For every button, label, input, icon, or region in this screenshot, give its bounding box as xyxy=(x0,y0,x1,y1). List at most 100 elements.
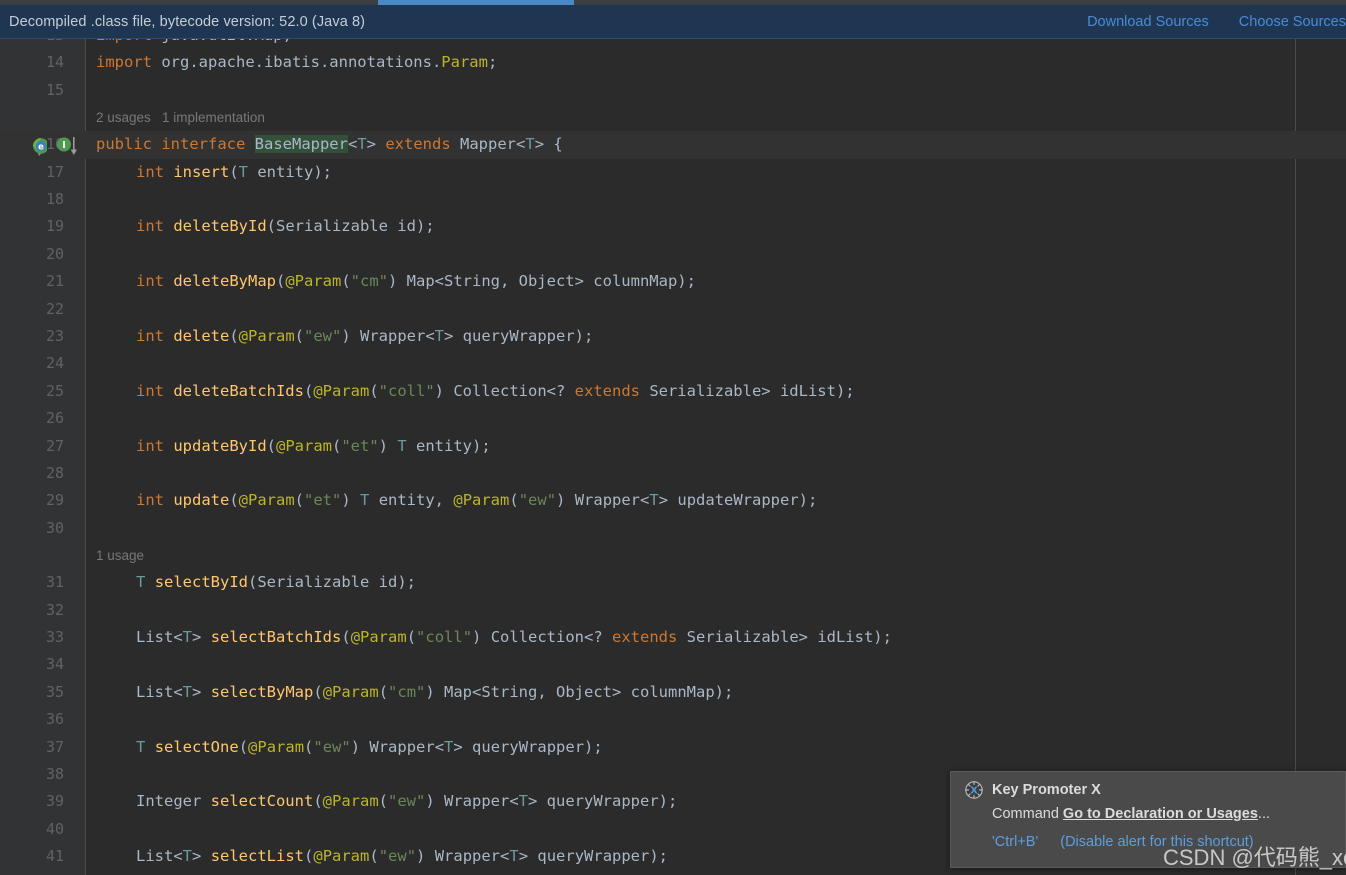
code-line[interactable]: 17 int insert(T entity); xyxy=(0,159,1346,186)
interface-implementation-icon[interactable]: I xyxy=(56,135,80,157)
code-token: Serializable> idList); xyxy=(649,381,855,400)
code-token: "cm" xyxy=(388,682,426,701)
code-token: int xyxy=(136,436,174,455)
line-number: 32 xyxy=(45,600,64,619)
code-token: ( xyxy=(369,847,379,866)
line-number: 14 xyxy=(45,53,64,72)
notification-message-suffix: ... xyxy=(1257,806,1271,822)
inlay-hint[interactable]: 1 usage xyxy=(96,545,144,567)
code-text: T selectOne(@Param("ew") Wrapper<T> quer… xyxy=(136,734,603,761)
code-surface[interactable]: 13 import java.util.Map; 14 import org.apac… xyxy=(0,39,1346,875)
inlay-hint[interactable]: 2 usages 1 implementation xyxy=(96,107,265,129)
code-line[interactable]: 14 import org.apache.ibatis.annotations.P… xyxy=(0,49,1346,76)
code-line[interactable]: 32 xyxy=(0,597,1346,624)
code-line[interactable]: 15 xyxy=(0,77,1346,104)
choose-sources-link[interactable]: Choose Sources xyxy=(1239,14,1346,30)
code-token: BaseMapper xyxy=(254,135,348,154)
code-token: @Param xyxy=(238,491,295,510)
code-token: ( xyxy=(369,381,379,400)
code-text: List<T> selectByMap(@Param("cm") Map<Str… xyxy=(136,679,733,706)
code-line[interactable]: 33 List<T> selectBatchIds(@Param("coll") … xyxy=(0,624,1346,651)
code-token: entity, xyxy=(369,491,454,510)
line-number: 20 xyxy=(45,244,64,263)
code-token: deleteBatchIds xyxy=(173,381,304,400)
code-token: > { xyxy=(534,135,563,154)
code-token: List< xyxy=(136,847,183,866)
code-token: int xyxy=(136,217,174,236)
code-token: > queryWrapper); xyxy=(444,327,594,345)
code-text: int deleteByMap(@Param("cm") Map<String,… xyxy=(136,268,696,295)
code-token: Param xyxy=(441,53,488,72)
code-token: List< xyxy=(136,628,183,646)
code-line[interactable]: 28 xyxy=(0,460,1346,487)
notification-message-prefix: Command xyxy=(992,806,1063,822)
code-line[interactable]: 24 xyxy=(0,350,1346,377)
code-line[interactable]: 20 xyxy=(0,241,1346,268)
code-line[interactable]: 21 int deleteByMap(@Param("cm") Map<Strin… xyxy=(0,268,1346,295)
code-line[interactable]: 34 xyxy=(0,651,1346,678)
code-token: ; xyxy=(487,53,498,72)
code-token: ( xyxy=(406,628,417,646)
code-token: @Param xyxy=(322,792,379,811)
code-line[interactable]: 23 int delete(@Param("ew") Wrapper<T> que… xyxy=(0,323,1346,350)
code-token: > queryWrapper); xyxy=(518,847,669,866)
code-token: @Param xyxy=(285,272,342,291)
line-number: 34 xyxy=(45,655,64,674)
code-line[interactable]: 19 int deleteById(Serializable id); xyxy=(0,213,1346,240)
code-line[interactable]: 30 xyxy=(0,515,1346,542)
line-number: 38 xyxy=(45,765,64,783)
code-line[interactable]: 37 T selectOne(@Param("ew") Wrapper<T> qu… xyxy=(0,734,1346,761)
code-token: "coll" xyxy=(378,381,435,400)
code-token: "cm" xyxy=(350,272,388,291)
code-token: "ew" xyxy=(388,792,426,811)
code-token: ( xyxy=(313,792,323,811)
code-token: entity); xyxy=(406,436,491,455)
code-line[interactable]: 27 int updateById(@Param("et") T entity); xyxy=(0,433,1346,460)
code-line[interactable]: 31 T selectById(Serializable id); xyxy=(0,569,1346,596)
code-text: Integer selectCount(@Param("ew") Wrapper… xyxy=(136,788,677,815)
code-token: < xyxy=(516,135,526,154)
code-token: int xyxy=(136,381,174,400)
line-number: 18 xyxy=(45,190,64,208)
code-token: ( xyxy=(238,737,249,756)
code-token: @Param xyxy=(238,327,295,345)
gutter-marker-group[interactable]: e I xyxy=(30,132,80,159)
disable-alert-link[interactable]: (Disable alert for this shortcut) xyxy=(1060,834,1253,850)
code-token: extends xyxy=(612,628,687,646)
code-token: interface xyxy=(161,135,255,154)
line-number: 39 xyxy=(45,792,64,811)
code-token: "ew" xyxy=(378,847,417,866)
code-token: ) Wrapper< xyxy=(556,491,650,510)
code-token: "et" xyxy=(341,436,379,455)
code-token: ( xyxy=(294,327,305,345)
code-text: int delete(@Param("ew") Wrapper<T> query… xyxy=(136,323,593,350)
code-token: ) Collection<? xyxy=(472,628,613,646)
code-token: > queryWrapper); xyxy=(453,737,603,756)
code-line[interactable]: 25 int deleteBatchIds(@Param("coll") Coll… xyxy=(0,378,1346,405)
key-promoter-notification[interactable]: X Key Promoter X Command Go to Declarati… xyxy=(950,771,1346,868)
code-token: T xyxy=(182,682,193,701)
code-line[interactable]: 29 int update(@Param("et") T entity, @Par… xyxy=(0,487,1346,514)
code-text: int deleteBatchIds(@Param("coll") Collec… xyxy=(136,378,855,405)
code-token: @Param xyxy=(453,491,510,510)
line-number: 27 xyxy=(45,436,64,455)
code-line[interactable]: 13 import java.util.Map; xyxy=(0,39,1346,49)
implemented-interface-icon[interactable]: e xyxy=(30,135,52,157)
code-token: ) Map<String, Object> columnMap); xyxy=(388,272,696,291)
code-token: selectOne xyxy=(154,737,239,756)
line-number: 31 xyxy=(45,573,64,592)
code-token: ( xyxy=(294,491,305,510)
code-token: ( xyxy=(304,737,314,756)
code-line[interactable]: 22 xyxy=(0,296,1346,323)
code-editor[interactable]: 13 import java.util.Map; 14 import org.apac… xyxy=(0,39,1346,875)
download-sources-link[interactable]: Download Sources xyxy=(1087,14,1209,30)
code-token: ( xyxy=(378,792,388,811)
code-line[interactable]: 16 public interface BaseMapper<T> extends… xyxy=(0,131,1346,159)
code-token: ) Wrapper< xyxy=(350,737,445,756)
line-number: 41 xyxy=(45,847,64,866)
code-line[interactable]: 18 xyxy=(0,186,1346,213)
code-line[interactable]: 35 List<T> selectByMap(@Param("cm") Map<S… xyxy=(0,679,1346,706)
code-line[interactable]: 36 xyxy=(0,706,1346,733)
code-line[interactable]: 26 xyxy=(0,405,1346,432)
